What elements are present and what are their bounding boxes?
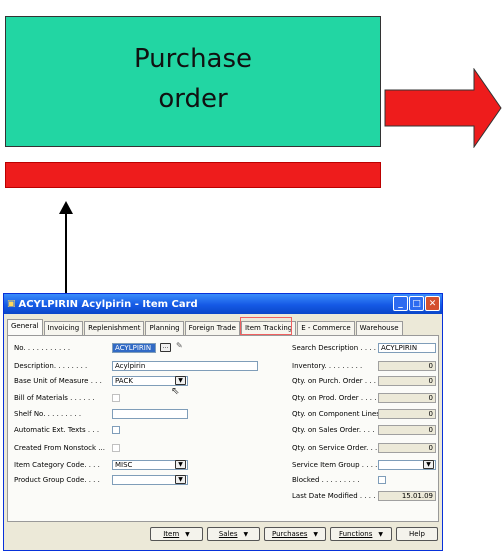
chevron-down-icon: ▼ bbox=[243, 531, 249, 538]
qty-component-lines-field: 0 bbox=[378, 409, 436, 419]
close-button[interactable]: ✕ bbox=[425, 296, 440, 311]
mouse-cursor-icon: ⇖ bbox=[171, 386, 180, 397]
item-category-dropdown-button[interactable]: ▼ bbox=[175, 460, 186, 469]
item-menu-button[interactable]: Item ▼ bbox=[150, 527, 203, 541]
search-description-field[interactable]: ACYLPIRIN bbox=[378, 343, 436, 353]
tab-general[interactable]: General bbox=[7, 319, 43, 335]
title-bar[interactable]: ▣ ACYLPIRIN Acylpirin - Item Card _ □ ✕ bbox=[4, 294, 442, 314]
auto-ext-texts-label: Automatic Ext. Texts . . . bbox=[14, 426, 100, 434]
item-category-label: Item Category Code. . . . bbox=[14, 461, 100, 469]
blocked-checkbox[interactable] bbox=[378, 476, 386, 484]
tab-invoicing[interactable]: Invoicing bbox=[43, 321, 84, 335]
sales-menu-button[interactable]: Sales ▼ bbox=[207, 527, 260, 541]
general-panel: No. . . . . . . . . . . ACYLPIRIN ... ✎ … bbox=[7, 335, 439, 522]
inventory-label: Inventory. . . . . . . . . bbox=[292, 362, 363, 370]
sales-menu-label: Sales bbox=[218, 530, 238, 538]
purchase-order-label: Purchase order bbox=[6, 39, 380, 119]
help-label: Help bbox=[409, 530, 425, 538]
purchase-order-box: Purchase order bbox=[5, 16, 381, 147]
item-card-window: ▣ ACYLPIRIN Acylpirin - Item Card _ □ ✕ … bbox=[3, 293, 443, 551]
product-group-dropdown-button[interactable]: ▼ bbox=[175, 475, 186, 484]
search-description-label: Search Description . . . . bbox=[292, 344, 376, 352]
functions-menu-label: Functions bbox=[338, 530, 373, 538]
tab-planning[interactable]: Planning bbox=[145, 321, 184, 335]
bom-checkbox bbox=[112, 394, 120, 402]
description-field[interactable]: Acylpirin bbox=[112, 361, 258, 371]
chevron-down-icon: ▼ bbox=[378, 531, 384, 538]
qty-prod-order-field: 0 bbox=[378, 393, 436, 403]
shelf-no-label: Shelf No. . . . . . . . . bbox=[14, 410, 82, 418]
last-date-modified-field: 15.01.09 bbox=[378, 491, 436, 501]
qty-service-order-label: Qty. on Service Order. . . bbox=[292, 444, 378, 452]
created-from-nonstock-label: Created From Nonstock ... bbox=[14, 444, 105, 452]
item-tracking-highlight bbox=[240, 317, 292, 335]
purchases-menu-label: Purchases bbox=[271, 530, 308, 538]
window-title: ACYLPIRIN Acylpirin - Item Card bbox=[18, 298, 198, 310]
base-uom-label: Base Unit of Measure . . . bbox=[14, 377, 102, 385]
purchases-menu-button[interactable]: Purchases ▼ bbox=[264, 527, 326, 541]
tab-replenishment[interactable]: Replenishment bbox=[84, 321, 145, 335]
chevron-down-icon: ▼ bbox=[185, 531, 190, 538]
tab-foreign-trade[interactable]: Foreign Trade bbox=[184, 321, 240, 335]
auto-ext-texts-checkbox[interactable] bbox=[112, 426, 120, 434]
red-bar bbox=[5, 162, 381, 188]
tab-strip: General Invoicing Replenishment Planning… bbox=[7, 319, 404, 336]
bom-label: Bill of Materials . . . . . . bbox=[14, 394, 95, 402]
qty-component-lines-label: Qty. on Component Lines . bbox=[292, 410, 385, 418]
pencil-icon[interactable]: ✎ bbox=[176, 341, 183, 350]
base-uom-dropdown-button[interactable]: ▼ bbox=[175, 376, 186, 385]
qty-sales-order-field: 0 bbox=[378, 425, 436, 435]
shelf-no-field[interactable] bbox=[112, 409, 188, 419]
qty-service-order-field: 0 bbox=[378, 443, 436, 453]
minimize-button[interactable]: _ bbox=[393, 296, 408, 311]
description-label: Description. . . . . . . . bbox=[14, 362, 88, 370]
qty-sales-order-label: Qty. on Sales Order. . . . bbox=[292, 426, 375, 434]
qty-purch-order-label: Qty. on Purch. Order . . . bbox=[292, 377, 377, 385]
maximize-button[interactable]: □ bbox=[409, 296, 424, 311]
purchase-order-label-line2: order bbox=[158, 84, 228, 114]
tab-e-commerce[interactable]: E - Commerce bbox=[297, 321, 355, 335]
purchase-order-label-line1: Purchase bbox=[133, 44, 253, 74]
product-group-label: Product Group Code. . . . bbox=[14, 476, 100, 484]
item-menu-label: Item bbox=[163, 530, 180, 538]
window-icon: ▣ bbox=[7, 299, 16, 309]
no-field[interactable]: ACYLPIRIN bbox=[112, 343, 156, 353]
qty-prod-order-label: Qty. on Prod. Order . . . . bbox=[292, 394, 377, 402]
blocked-label: Blocked . . . . . . . . . bbox=[292, 476, 360, 484]
up-arrow-icon bbox=[59, 201, 73, 294]
created-from-nonstock-checkbox bbox=[112, 444, 120, 452]
right-arrow-icon bbox=[384, 68, 502, 148]
service-item-group-label: Service Item Group . . . . bbox=[292, 461, 378, 469]
inventory-field: 0 bbox=[378, 361, 436, 371]
functions-menu-button[interactable]: Functions ▼ bbox=[330, 527, 392, 541]
chevron-down-icon: ▼ bbox=[313, 531, 319, 538]
tab-warehouse[interactable]: Warehouse bbox=[355, 321, 403, 335]
no-label: No. . . . . . . . . . . bbox=[14, 344, 71, 352]
qty-purch-order-field: 0 bbox=[378, 376, 436, 386]
help-button[interactable]: Help bbox=[396, 527, 438, 541]
service-item-group-dropdown-button[interactable]: ▼ bbox=[423, 460, 434, 469]
last-date-modified-label: Last Date Modified . . . . bbox=[292, 492, 376, 500]
assist-edit-button[interactable]: ... bbox=[160, 343, 171, 352]
